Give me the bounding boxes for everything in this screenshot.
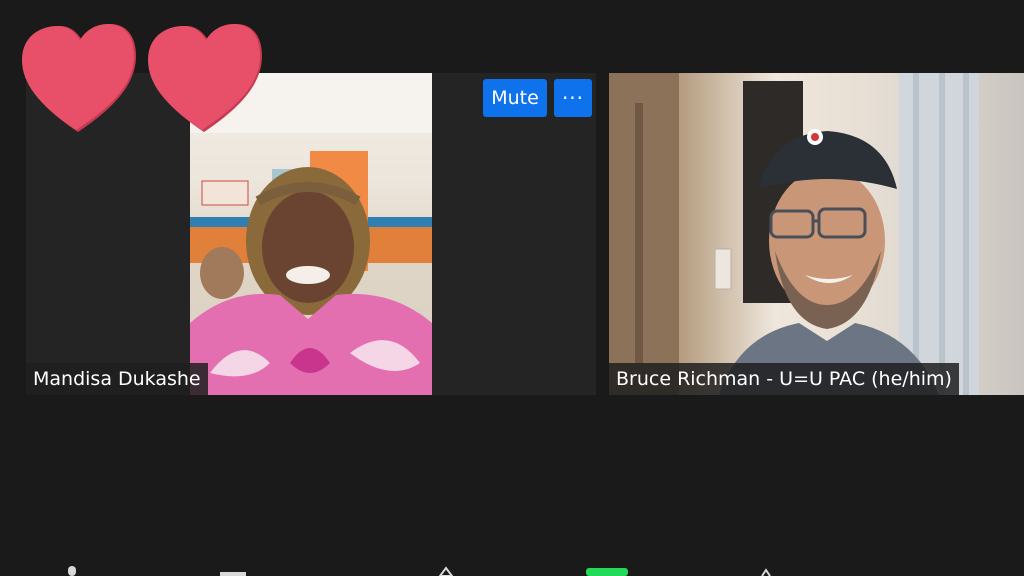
meeting-toolbar [0, 564, 1024, 576]
participant-name: Bruce Richman - U=U PAC (he/him) [609, 363, 959, 395]
more-options-button[interactable]: ··· [554, 79, 592, 117]
mute-button[interactable]: Mute [483, 79, 547, 117]
meeting-gallery-view: Mute ··· Mandisa Dukashe Bruce Richman -… [0, 0, 1024, 576]
participants-icon[interactable] [586, 568, 628, 576]
microphone-icon[interactable] [62, 566, 82, 576]
video-icon[interactable] [220, 568, 246, 576]
participant-tile-bruce[interactable]: Bruce Richman - U=U PAC (he/him) [609, 73, 1024, 395]
heart-icon [148, 24, 262, 132]
participant-video [609, 73, 1024, 395]
chat-icon[interactable] [758, 568, 778, 576]
video-frame-illustration [609, 73, 979, 395]
reaction-hearts [22, 24, 262, 132]
heart-icon [22, 24, 136, 132]
participant-name: Mandisa Dukashe [26, 363, 208, 395]
security-icon[interactable] [436, 566, 456, 576]
